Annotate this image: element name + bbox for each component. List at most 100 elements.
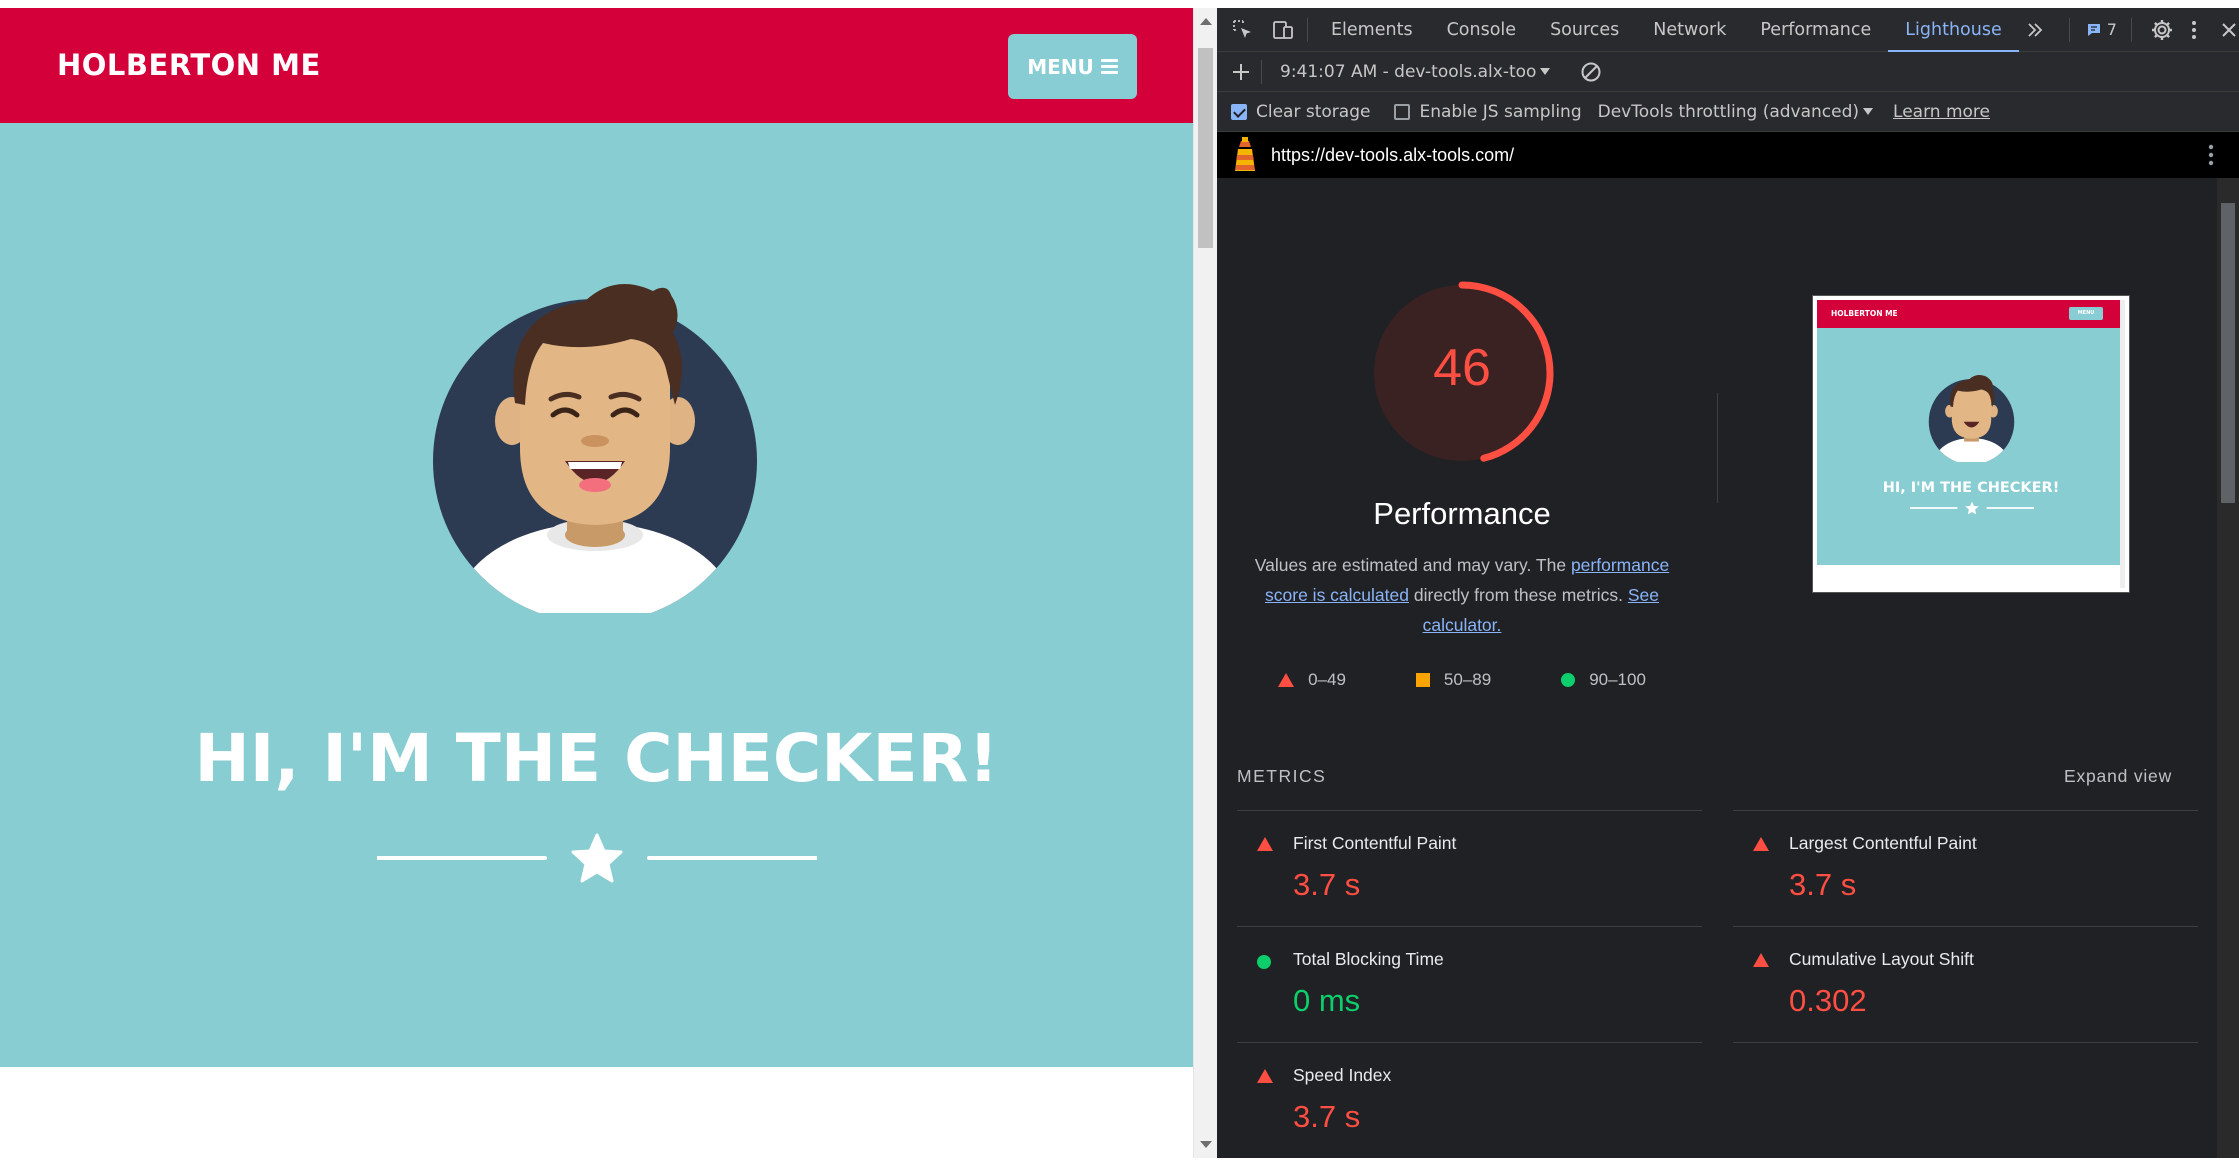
metric-name: Largest Contentful Paint (1789, 833, 1977, 853)
thumb-brand: HOLBERTON ME (1831, 309, 1898, 318)
metric-value: 0 ms (1293, 983, 1361, 1018)
metric-name: Total Blocking Time (1293, 949, 1444, 969)
issues-count: 7 (2106, 20, 2117, 39)
fail-triangle-icon (1753, 953, 1769, 967)
tab-console[interactable]: Console (1430, 8, 1533, 52)
legend-fail-label: 0–49 (1308, 670, 1346, 689)
expand-view-toggle[interactable]: Expand view (2064, 766, 2172, 787)
page-screenshot-thumbnail[interactable]: HOLBERTON ME MENU HI, I'M THE CHECKER! (1812, 295, 2130, 593)
menu-button[interactable]: MENU (1008, 34, 1137, 99)
thumb-scrollbar (2120, 300, 2125, 588)
legend-pass: 90–100 (1561, 670, 1646, 690)
desc-text-1: Values are estimated and may vary. The (1254, 555, 1567, 575)
legend-fail: 0–49 (1278, 670, 1346, 690)
hero-title: HI, I'M THE CHECKER! (194, 720, 999, 797)
issues-badge[interactable]: 7 (2086, 20, 2117, 39)
issues-message-icon (2087, 23, 2100, 36)
metric-name: First Contentful Paint (1293, 833, 1457, 853)
page-scrollbar[interactable] (1193, 8, 1217, 1158)
metric-name: Cumulative Layout Shift (1789, 949, 1974, 969)
legend-pass-label: 90–100 (1589, 670, 1646, 689)
metric-value: 3.7 s (1789, 867, 1857, 902)
throttling-select[interactable]: DevTools throttling (advanced) (1597, 101, 1874, 122)
lighthouse-report: 46 Performance Values are estimated and … (1217, 178, 2217, 1158)
inspect-element-icon[interactable] (1231, 18, 1255, 42)
thumb-header: HOLBERTON ME MENU (1817, 300, 2125, 328)
metric-value: 0.302 (1789, 983, 1867, 1018)
fail-triangle-icon (1257, 837, 1273, 851)
metric-value: 3.7 s (1293, 1099, 1361, 1134)
legend-average: 50–89 (1415, 670, 1492, 690)
js-sampling-checkbox[interactable] (1394, 103, 1411, 120)
new-report-plus-icon[interactable] (1231, 62, 1251, 82)
metric-empty-cell (1733, 1042, 2198, 1043)
dropdown-caret-icon (1863, 108, 1874, 115)
legend-average-label: 50–89 (1443, 670, 1492, 689)
tab-lighthouse[interactable]: Lighthouse (1888, 8, 2020, 52)
website-viewport: HOLBERTON ME MENU HI, I'M THE CHECKER! (0, 8, 1193, 1158)
dropdown-caret-icon (1540, 68, 1551, 75)
metric-total-blocking-time: Total Blocking Time 0 ms (1237, 926, 1702, 1042)
pass-circle-icon (1561, 673, 1576, 687)
scroll-down-arrow-icon[interactable] (1200, 1141, 1212, 1148)
settings-gear-icon[interactable] (2150, 18, 2174, 42)
fail-triangle-icon (1753, 837, 1769, 851)
metric-speed-index: Speed Index 3.7 s (1237, 1042, 1702, 1158)
report-scroll-thumb[interactable] (2221, 203, 2235, 503)
thumb-avatar (1928, 375, 2015, 462)
metrics-heading: METRICS (1237, 766, 1327, 786)
more-tabs-chevron-icon[interactable] (2025, 20, 2045, 40)
lighthouse-logo-icon (1235, 137, 1255, 171)
tab-network[interactable]: Network (1636, 8, 1743, 52)
devtools-tab-bar: Elements Console Sources Network Perform… (1217, 8, 2239, 52)
score-description: Values are estimated and may vary. The p… (1237, 550, 1687, 640)
report-url[interactable]: https://dev-tools.alx-tools.com/ (1271, 145, 1514, 166)
metric-first-contentful-paint: First Contentful Paint 3.7 s (1237, 810, 1702, 926)
lighthouse-toolbar: 9:41:07 AM - dev-tools.alx-too (1217, 52, 2239, 92)
avatar-illustration (433, 283, 757, 613)
thumb-star-divider (1910, 501, 2034, 515)
thumb-hero: HI, I'M THE CHECKER! (1817, 328, 2125, 565)
lighthouse-options-bar: Clear storage Enable JS sampling DevTool… (1217, 92, 2239, 132)
metric-cumulative-layout-shift: Cumulative Layout Shift 0.302 (1733, 926, 2198, 1042)
js-sampling-option[interactable]: Enable JS sampling (1394, 101, 1582, 122)
report-divider (1717, 393, 1718, 503)
js-sampling-label: Enable JS sampling (1419, 101, 1582, 122)
report-scrollbar[interactable] (2217, 178, 2239, 1158)
page-scroll-thumb[interactable] (1198, 48, 1213, 248)
metric-largest-contentful-paint: Largest Contentful Paint 3.7 s (1733, 810, 2198, 926)
clear-storage-option[interactable]: Clear storage (1231, 102, 1370, 122)
more-options-icon[interactable] (2190, 20, 2198, 40)
device-toolbar-icon[interactable] (1271, 18, 1295, 42)
report-selector[interactable]: 9:41:07 AM - dev-tools.alx-too (1280, 61, 1551, 82)
tab-performance[interactable]: Performance (1743, 8, 1888, 52)
tab-elements[interactable]: Elements (1314, 8, 1430, 52)
fail-triangle-icon (1278, 673, 1295, 687)
star-icon (571, 833, 623, 883)
clear-reports-icon[interactable] (1580, 61, 1602, 83)
site-brand[interactable]: HOLBERTON ME (57, 48, 321, 82)
metric-name: Speed Index (1293, 1065, 1392, 1085)
clear-storage-label: Clear storage (1256, 101, 1371, 122)
close-devtools-icon[interactable] (2220, 21, 2238, 39)
report-url-bar: https://dev-tools.alx-tools.com/ (1217, 132, 2239, 178)
report-selector-label: 9:41:07 AM - dev-tools.alx-too (1280, 61, 1537, 82)
report-menu-icon[interactable] (2207, 144, 2215, 166)
scroll-up-arrow-icon[interactable] (1200, 18, 1212, 25)
performance-score: 46 (1433, 339, 1491, 397)
throttling-label: DevTools throttling (advanced) (1597, 101, 1860, 122)
tab-sources[interactable]: Sources (1533, 8, 1636, 52)
learn-more-link[interactable]: Learn more (1893, 102, 1990, 122)
thumb-title: HI, I'M THE CHECKER! (1882, 480, 2060, 496)
pass-circle-icon (1257, 955, 1271, 969)
devtools-panel: Elements Console Sources Network Perform… (1217, 8, 2239, 1158)
desc-text-2: directly from these metrics. (1413, 585, 1623, 605)
category-title: Performance (1373, 496, 1551, 531)
average-square-icon (1415, 673, 1430, 687)
fail-triangle-icon (1257, 1069, 1273, 1083)
star-divider (377, 833, 817, 883)
score-legend: 0–49 50–89 90–100 (1217, 670, 1707, 690)
clear-storage-checkbox[interactable] (1231, 103, 1247, 120)
site-header: HOLBERTON ME MENU (0, 8, 1193, 123)
menu-label: MENU (1027, 54, 1094, 79)
